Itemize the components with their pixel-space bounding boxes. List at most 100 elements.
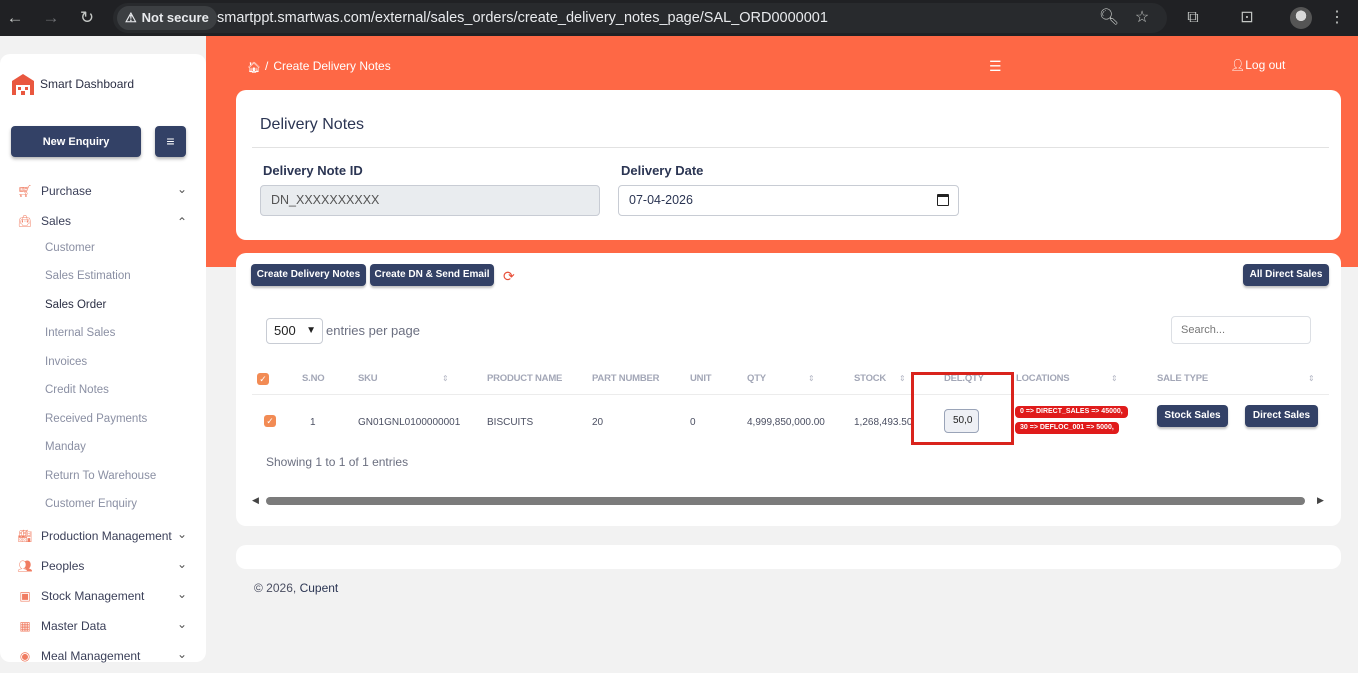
breadcrumb-current: Create Delivery Notes (273, 59, 391, 73)
brand-title: Smart Dashboard (40, 77, 135, 91)
sidebar-sub-sales-estimation[interactable]: Sales Estimation (45, 270, 131, 282)
kebab-menu-icon[interactable]: ⋮ (1326, 7, 1348, 29)
hamburger-icon[interactable]: ☰ (989, 58, 1002, 75)
sidebar-sub-received-payments[interactable]: Received Payments (45, 413, 147, 425)
sidebar-item-label: Meal Management (41, 649, 141, 663)
sidebar-toggle-button[interactable]: ≡ (155, 126, 186, 157)
sort-icon[interactable]: ⇕ (1111, 374, 1118, 383)
col-stock[interactable]: STOCK (854, 373, 886, 384)
select-all-checkbox[interactable]: ✓ (257, 373, 269, 385)
sidebar-item-purchase[interactable]: 🛒︎ Purchase ⌄ (0, 182, 206, 202)
sidebar-item-meal[interactable]: ◉ Meal Management ⌄ (0, 647, 206, 667)
col-part-number[interactable]: PART NUMBER (592, 373, 659, 384)
sidebar-item-peoples[interactable]: 👥︎ Peoples ⌄ (0, 557, 206, 577)
stock-sales-button[interactable]: Stock Sales (1157, 405, 1228, 427)
header-divider (252, 394, 1329, 395)
dn-id-label: Delivery Note ID (263, 163, 363, 178)
sort-icon[interactable]: ⇕ (1308, 374, 1315, 383)
scroll-right-icon[interactable]: ▶ (1317, 495, 1324, 506)
breadcrumb: 🏠︎ / Create Delivery Notes (247, 59, 391, 74)
bag-icon: 👜︎ (17, 214, 33, 228)
warehouse-logo-icon (10, 72, 36, 96)
footer-company-link[interactable]: Cupent (300, 581, 339, 595)
bookmark-star-icon[interactable]: ☆ (1131, 7, 1153, 29)
new-enquiry-button[interactable]: New Enquiry (11, 126, 141, 157)
tab-search-icon[interactable]: ⊡ (1236, 7, 1258, 29)
create-delivery-notes-button[interactable]: Create Delivery Notes (251, 264, 366, 286)
logout-link[interactable]: 👤︎Log out (1230, 58, 1285, 72)
sidebar-sub-sales-order[interactable]: Sales Order (45, 299, 106, 311)
cart-icon: 🛒︎ (17, 184, 33, 198)
chevron-down-icon: ⌄ (177, 182, 188, 196)
sort-icon[interactable]: ⇕ (442, 374, 449, 383)
sidebar-item-stock[interactable]: ▣ Stock Management ⌄ (0, 587, 206, 607)
scroll-left-icon[interactable]: ◀ (252, 495, 259, 506)
sidebar-item-master-data[interactable]: ▦ Master Data ⌄ (0, 617, 206, 637)
box-icon: ▣ (19, 589, 31, 603)
empty-card (236, 545, 1341, 569)
col-product-name[interactable]: PRODUCT NAME (487, 373, 562, 384)
browser-toolbar: ← → ↻ ⚠ Not secure smartppt.smartwas.com/… (0, 0, 1358, 36)
cell-stock: 1,268,493.50 (854, 417, 913, 428)
footer-copyright: © 2026, (254, 581, 297, 595)
location-badge: 0 => DIRECT_SALES => 45000, (1015, 406, 1128, 418)
zoom-icon[interactable]: 🔍︎ (1098, 7, 1120, 29)
chevron-down-icon: ⌄ (177, 557, 188, 571)
refresh-icon[interactable]: ⟳ (503, 268, 515, 285)
people-icon: 👥︎ (17, 559, 33, 573)
forward-arrow-icon[interactable]: → (40, 7, 62, 29)
col-sno[interactable]: S.NO (302, 373, 325, 384)
sidebar-sub-customer[interactable]: Customer (45, 242, 95, 254)
col-qty[interactable]: QTY (747, 373, 766, 384)
col-sale-type[interactable]: SALE TYPE (1157, 373, 1208, 384)
warning-icon: ⚠ (125, 10, 137, 25)
sidebar-sub-return-to-warehouse[interactable]: Return To Warehouse (45, 470, 156, 482)
sidebar-item-label: Stock Management (41, 589, 145, 603)
col-sku[interactable]: SKU (358, 373, 378, 384)
direct-sales-button[interactable]: Direct Sales (1245, 405, 1318, 427)
col-unit[interactable]: UNIT (690, 373, 712, 384)
sidebar-sub-invoices[interactable]: Invoices (45, 356, 87, 368)
divider (252, 147, 1329, 148)
horizontal-scrollbar[interactable] (266, 497, 1305, 505)
sidebar-sub-customer-enquiry[interactable]: Customer Enquiry (45, 498, 137, 510)
home-icon[interactable]: 🏠︎ (247, 61, 261, 74)
page-title: Delivery Notes (260, 116, 365, 133)
security-chip[interactable]: ⚠ Not secure (117, 6, 217, 30)
delivery-items-card: Create Delivery Notes Create DN & Send E… (236, 253, 1341, 526)
sidebar-item-sales[interactable]: 👜︎ Sales ⌃ (0, 212, 206, 232)
location-badge: 30 => DEFLOC_001 => 5000, (1015, 422, 1119, 434)
user-icon: 👤︎ (1230, 58, 1246, 72)
cell-qty: 4,999,850,000.00 (747, 417, 825, 428)
address-bar[interactable]: ⚠ Not secure smartppt.smartwas.com/extern… (113, 3, 1167, 33)
col-locations[interactable]: LOCATIONS (1016, 373, 1070, 384)
page-size-select[interactable]: 500 ▼ (266, 318, 323, 344)
calendar-icon[interactable] (937, 194, 949, 206)
create-dn-send-email-button[interactable]: Create DN & Send Email (370, 264, 494, 286)
search-input[interactable]: Search... (1171, 316, 1311, 344)
sidebar-sub-credit-notes[interactable]: Credit Notes (45, 384, 109, 396)
dn-id-field: DN_XXXXXXXXXX (260, 185, 600, 216)
sidebar-item-label: Master Data (41, 619, 107, 633)
brand[interactable]: Smart Dashboard (10, 72, 134, 96)
reload-icon[interactable]: ↻ (76, 7, 98, 29)
profile-avatar[interactable] (1290, 7, 1312, 29)
meal-icon: ◉ (19, 649, 31, 663)
back-arrow-icon[interactable]: ← (4, 7, 26, 29)
delivery-date-field[interactable]: 07-04-2026 (618, 185, 959, 216)
sidebar-sub-internal-sales[interactable]: Internal Sales (45, 327, 115, 339)
chevron-down-icon: ▼ (306, 325, 316, 336)
all-direct-sales-button[interactable]: All Direct Sales (1243, 264, 1329, 286)
sort-icon[interactable]: ⇕ (899, 374, 906, 383)
extensions-icon[interactable]: ⧉ (1182, 7, 1204, 29)
cell-part-number: 20 (592, 417, 604, 428)
sidebar-item-production[interactable]: 🏭︎ Production Management ⌄ (0, 527, 206, 547)
sort-icon[interactable]: ⇕ (808, 374, 815, 383)
row-checkbox[interactable]: ✓ (264, 415, 276, 427)
delivery-date-value: 07-04-2026 (629, 193, 693, 207)
url-text[interactable]: smartppt.smartwas.com/external/sales_ord… (217, 10, 828, 26)
sidebar-sub-manday[interactable]: Manday (45, 441, 86, 453)
chevron-down-icon: ⌄ (177, 587, 188, 601)
logout-label: Log out (1245, 58, 1286, 72)
security-label: Not secure (141, 10, 209, 25)
